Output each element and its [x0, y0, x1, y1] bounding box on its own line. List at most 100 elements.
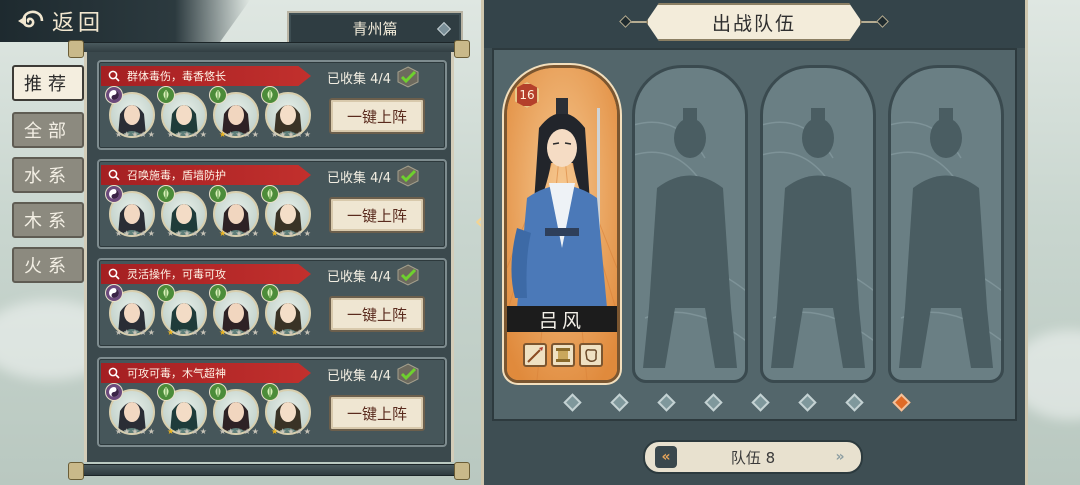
quick-deploy-button[interactable]: 一键上阵 [329, 98, 425, 134]
leaf-icon [261, 284, 279, 302]
collection-status: 已收集 4/4 [327, 263, 420, 287]
hero-portrait[interactable]: ★ ★ ★ ★ ★ [209, 185, 259, 238]
star-icon: ★ [303, 427, 311, 436]
magnifier-icon[interactable] [108, 70, 120, 82]
star-rating: ★ ★ ★ ★ ★ [115, 130, 155, 139]
hero-portrait[interactable]: ★ ★ ★ ★ ★ [261, 383, 311, 436]
team-label: 队伍 8 [730, 448, 776, 467]
star-icon: ★ [131, 229, 139, 238]
empty-silhouette [891, 108, 1001, 368]
star-icon: ★ [115, 328, 123, 337]
tab-label: 推荐 [24, 74, 72, 95]
formation-title: 出战队伍 [646, 3, 862, 41]
star-icon: ★ [139, 229, 147, 238]
deploy-label: 一键上阵 [346, 404, 407, 423]
hero-portrait[interactable]: ★ ★ ★ ★ ★ [105, 284, 155, 337]
hero-portrait[interactable]: ★ ★ ★ ★ ★ [105, 383, 155, 436]
deploy-label: 一键上阵 [346, 206, 407, 225]
page-dot[interactable] [845, 393, 864, 412]
star-icon: ★ [271, 427, 279, 436]
hero-portrait[interactable]: ★ ★ ★ ★ ★ [209, 383, 259, 436]
hero-portrait[interactable]: ★ ★ ★ ★ ★ [105, 185, 155, 238]
star-icon: ★ [167, 130, 175, 139]
leaf-icon [157, 185, 175, 203]
tab-wood[interactable]: 木系 [12, 202, 84, 238]
spear-icon[interactable] [523, 343, 547, 367]
page-dot[interactable] [657, 393, 676, 412]
star-icon: ★ [243, 328, 251, 337]
scroll-icon[interactable] [551, 343, 575, 367]
magnifier-icon[interactable] [108, 169, 120, 181]
check-icon [397, 165, 419, 187]
hero-slot-3[interactable] [760, 65, 876, 383]
star-icon: ★ [199, 427, 207, 436]
star-icon: ★ [295, 427, 303, 436]
hero-portrait[interactable]: ★ ★ ★ ★ ★ [261, 86, 311, 139]
deploy-label: 一键上阵 [346, 305, 407, 324]
page-dot[interactable] [892, 393, 911, 412]
chapter-selector[interactable]: 青州篇 [287, 11, 463, 46]
chevron-left-icon[interactable]: « [655, 446, 677, 468]
team-card: 灵活操作，可毒可攻 已收集 4/4 ★ ★ ★ ★ ★ ★ ★ ★ ★ ★ ★ ★ ★ ★ ★ ★ ★ ★ ★ ★ 一键上阵 [97, 258, 447, 348]
hero-portrait[interactable]: ★ ★ ★ ★ ★ [261, 185, 311, 238]
star-icon: ★ [115, 229, 123, 238]
quick-deploy-button[interactable]: 一键上阵 [329, 197, 425, 233]
fist-icon[interactable] [579, 343, 603, 367]
hero-portrait[interactable]: ★ ★ ★ ★ ★ [157, 383, 207, 436]
star-icon: ★ [115, 427, 123, 436]
star-icon: ★ [219, 328, 227, 337]
magnifier-icon[interactable] [108, 367, 120, 379]
leaf-icon [157, 86, 175, 104]
star-rating: ★ ★ ★ ★ ★ [219, 328, 259, 337]
star-rating: ★ ★ ★ ★ ★ [271, 130, 311, 139]
star-icon: ★ [167, 427, 175, 436]
tab-all[interactable]: 全部 [12, 112, 84, 148]
magnifier-icon[interactable] [108, 268, 120, 280]
star-icon: ★ [279, 328, 287, 337]
hero-slot-2[interactable] [632, 65, 748, 383]
page-dot[interactable] [563, 393, 582, 412]
chevron-right-icon[interactable]: » [829, 446, 851, 468]
star-rating: ★ ★ ★ ★ ★ [167, 427, 207, 436]
hero-portrait[interactable]: ★ ★ ★ ★ ★ [157, 86, 207, 139]
star-icon: ★ [175, 328, 183, 337]
page-dot[interactable] [798, 393, 817, 412]
team-tag: 可攻可毒，木气超神 [101, 363, 311, 383]
team-list[interactable]: 群体毒伤，毒香悠长 已收集 4/4 ★ ★ ★ ★ ★ ★ ★ ★ ★ ★ ★ ★ ★ ★ ★ ★ ★ ★ ★ ★ 一键上阵… [84, 52, 454, 462]
tab-fire[interactable]: 火系 [12, 247, 84, 283]
star-icon: ★ [251, 130, 259, 139]
hero-portrait[interactable]: ★ ★ ★ ★ ★ [209, 284, 259, 337]
team-tag: 群体毒伤，毒香悠长 [101, 66, 311, 86]
quick-deploy-button[interactable]: 一键上阵 [329, 296, 425, 332]
page-dot[interactable] [704, 393, 723, 412]
hero-portrait[interactable]: ★ ★ ★ ★ ★ [261, 284, 311, 337]
leaf-icon [261, 185, 279, 203]
star-icon: ★ [147, 427, 155, 436]
star-icon: ★ [243, 427, 251, 436]
tab-label: 水系 [24, 166, 72, 187]
formation-panel: 出战队伍 16 吕风 « 队伍 8 » [481, 0, 1028, 485]
hero-portrait[interactable]: ★ ★ ★ ★ ★ [157, 185, 207, 238]
hero-portrait[interactable]: ★ ★ ★ ★ ★ [157, 284, 207, 337]
hero-slot-1[interactable]: 16 吕风 [504, 65, 620, 383]
team-tag-text: 召唤施毒，盾墙防护 [127, 169, 226, 182]
hero-portrait[interactable]: ★ ★ ★ ★ ★ [105, 86, 155, 139]
star-icon: ★ [279, 130, 287, 139]
star-rating: ★ ★ ★ ★ ★ [271, 328, 311, 337]
star-icon: ★ [271, 229, 279, 238]
hero-portrait[interactable]: ★ ★ ★ ★ ★ [209, 86, 259, 139]
star-icon: ★ [139, 130, 147, 139]
quick-deploy-button[interactable]: 一键上阵 [329, 395, 425, 431]
check-icon [397, 66, 419, 88]
tab-water[interactable]: 水系 [12, 157, 84, 193]
star-icon: ★ [235, 130, 243, 139]
tab-recommended[interactable]: 推荐 [12, 65, 84, 101]
star-rating: ★ ★ ★ ★ ★ [271, 427, 311, 436]
star-icon: ★ [303, 328, 311, 337]
hero-name: 吕风 [507, 306, 617, 332]
hero-slot-4[interactable] [888, 65, 1004, 383]
page-dot[interactable] [610, 393, 629, 412]
star-icon: ★ [123, 229, 131, 238]
back-button[interactable]: 返回 [0, 0, 250, 42]
page-dot[interactable] [751, 393, 770, 412]
